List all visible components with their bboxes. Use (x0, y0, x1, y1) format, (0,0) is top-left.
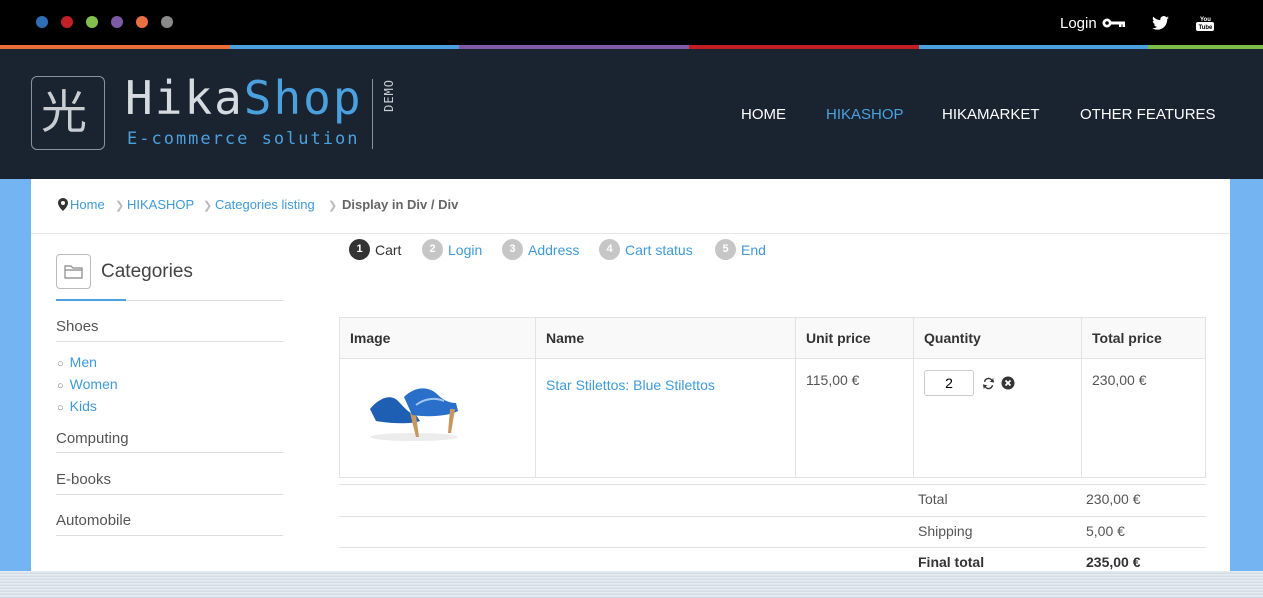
logo-icon[interactable]: 光 (31, 76, 105, 150)
key-icon[interactable] (1102, 17, 1126, 29)
blue-stiletto-shoe-image[interactable] (364, 373, 464, 443)
quantity-input[interactable] (924, 370, 974, 396)
login-link[interactable]: Login (1060, 15, 1097, 32)
table-header-row: Image Name Unit price Quantity Total pri… (339, 317, 1206, 359)
breadcrumb-home[interactable]: Home (70, 197, 105, 212)
column-header-unit-price: Unit price (795, 317, 914, 359)
quantity-cell (913, 358, 1082, 478)
shipping-label: Shipping (918, 523, 973, 539)
breadcrumb-hikashop[interactable]: HIKASHOP (127, 197, 194, 212)
divider (31, 233, 1230, 234)
color-dot (111, 16, 123, 28)
step-label: Cart (375, 241, 402, 258)
circle-bullet-icon: ○ (57, 358, 64, 370)
divider (56, 535, 283, 536)
divider (339, 484, 1206, 485)
nav-hikashop[interactable]: HIKASHOP (826, 106, 904, 123)
total-value: 230,00 € (1086, 491, 1141, 507)
twitter-icon[interactable] (1152, 16, 1169, 30)
brand-name[interactable]: HikaShop (125, 71, 363, 125)
final-total-value: 235,00 € (1086, 554, 1141, 570)
divider (56, 341, 283, 342)
main-content: Home ❯ HIKASHOP ❯ Categories listing ❯ D… (31, 179, 1230, 571)
shipping-value: 5,00 € (1086, 523, 1125, 539)
circle-bullet-icon: ○ (57, 402, 64, 414)
nav-other-features[interactable]: OTHER FEATURES (1080, 106, 1216, 123)
site-header: 光 HikaShop E-commerce solution DEMO HOME… (0, 49, 1263, 179)
total-price-cell: 230,00 € (1081, 358, 1206, 478)
title-underline (56, 299, 126, 301)
subcategory-label: Men (69, 354, 97, 370)
step-label: Cart status (625, 241, 693, 258)
folder-icon (56, 254, 91, 289)
breadcrumb-current: Display in Div / Div (342, 197, 459, 212)
step-number: 3 (502, 239, 523, 260)
subcategory-label: Women (69, 376, 118, 392)
svg-text:Tube: Tube (1199, 25, 1214, 31)
logo-glyph: 光 (41, 85, 87, 139)
step-label: Address (528, 241, 580, 258)
column-header-name: Name (535, 317, 796, 359)
step-address[interactable]: 3 Address (502, 239, 579, 260)
breadcrumb-chevron-icon: ❯ (115, 200, 125, 212)
cart-table: Image Name Unit price Quantity Total pri… (339, 317, 1206, 478)
step-number: 2 (422, 239, 443, 260)
step-login[interactable]: 2 Login (422, 239, 482, 260)
breadcrumb-chevron-icon: ❯ (328, 200, 338, 212)
youtube-icon[interactable]: You Tube (1196, 15, 1214, 31)
divider (56, 452, 283, 453)
demo-label: DEMO (382, 79, 396, 112)
refresh-icon[interactable] (982, 377, 995, 390)
circle-bullet-icon: ○ (57, 380, 64, 392)
total-label: Total (918, 491, 948, 507)
divider (339, 516, 1206, 517)
category-shoes[interactable]: Shoes (56, 318, 99, 335)
subcategory-label: Kids (69, 398, 97, 414)
step-number: 5 (715, 239, 736, 260)
product-name-link[interactable]: Star Stilettos: Blue Stilettos (546, 377, 715, 393)
color-dot (36, 16, 48, 28)
logo-divider (372, 79, 373, 149)
unit-price-cell: 115,00 € (795, 358, 914, 478)
table-row: Star Stilettos: Blue Stilettos 115,00 € … (339, 358, 1206, 478)
divider (56, 494, 283, 495)
color-dot (86, 16, 98, 28)
subcategory-kids[interactable]: ○ Kids (57, 398, 97, 414)
category-automobile[interactable]: Automobile (56, 512, 131, 529)
breadcrumb-categories-listing[interactable]: Categories listing (215, 197, 315, 212)
step-number: 1 (349, 239, 370, 260)
column-header-quantity: Quantity (913, 317, 1082, 359)
scroll-edge (0, 571, 1263, 598)
step-cart-status[interactable]: 4 Cart status (599, 239, 693, 260)
nav-hikamarket[interactable]: HIKAMARKET (942, 106, 1040, 123)
step-end[interactable]: 5 End (715, 239, 766, 260)
column-header-image: Image (339, 317, 536, 359)
svg-text:You: You (1200, 17, 1211, 23)
categories-title: Categories (101, 261, 193, 282)
remove-icon[interactable] (1001, 376, 1015, 390)
subcategory-women[interactable]: ○ Women (57, 376, 118, 392)
step-number: 4 (599, 239, 620, 260)
color-dot (61, 16, 73, 28)
brand-part1: Hika (125, 71, 244, 125)
product-name-cell: Star Stilettos: Blue Stilettos (535, 358, 796, 478)
color-dot (136, 16, 148, 28)
category-computing[interactable]: Computing (56, 430, 129, 447)
nav-home[interactable]: HOME (741, 106, 786, 123)
brand-tagline: E-commerce solution (127, 129, 360, 149)
subcategory-men[interactable]: ○ Men (57, 354, 97, 370)
column-header-total-price: Total price (1081, 317, 1206, 359)
breadcrumb-chevron-icon: ❯ (203, 200, 213, 212)
category-ebooks[interactable]: E-books (56, 471, 111, 488)
color-dot (161, 16, 173, 28)
brand-part2: Shop (243, 71, 363, 125)
product-image-cell (339, 358, 536, 478)
step-label: End (741, 241, 766, 258)
top-bar: Login You Tube (0, 0, 1263, 46)
step-cart[interactable]: 1 Cart (349, 239, 401, 260)
final-total-label: Final total (918, 554, 985, 570)
step-label: Login (448, 241, 483, 258)
divider (339, 547, 1206, 548)
map-pin-icon (58, 198, 68, 211)
